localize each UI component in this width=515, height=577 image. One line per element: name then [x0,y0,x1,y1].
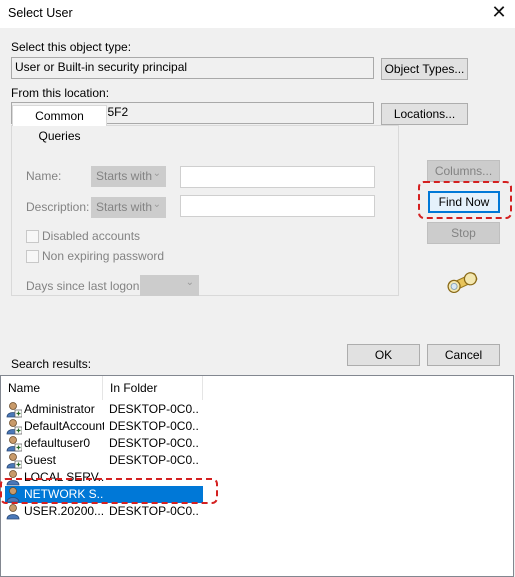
name-label: Name: [26,169,62,183]
result-folder: DESKTOP-0C0... [109,504,199,518]
title-bar: Select User ✕ [0,0,515,28]
tab-common-queries[interactable]: Common Queries [12,105,107,143]
network-service-highlight [0,478,218,504]
binoculars-icon [447,272,478,294]
search-results-list[interactable]: Name In Folder Administrator DESKTOP-0C0… [0,375,514,577]
result-folder: DESKTOP-0C0... [109,419,199,433]
non-expiring-password-checkbox[interactable] [26,250,39,263]
cancel-button[interactable]: Cancel [427,344,500,366]
user-icon [6,436,22,452]
days-since-logon-select[interactable]: ⌄ [140,275,199,296]
user-icon [6,402,22,418]
column-header-in-folder[interactable]: In Folder [103,376,203,400]
find-now-highlight [418,181,512,219]
columns-button[interactable]: Columns... [427,160,500,182]
non-expiring-password-label: Non expiring password [42,249,165,263]
user-icon [6,453,22,469]
column-header-name[interactable]: Name [1,376,103,400]
disabled-accounts-label: Disabled accounts [42,229,141,243]
close-icon[interactable]: ✕ [489,3,509,23]
name-mode-select[interactable]: Starts with ⌄ [91,166,166,187]
disabled-accounts-checkbox[interactable] [26,230,39,243]
name-input[interactable] [180,166,375,188]
description-label: Description: [26,200,90,214]
object-types-button[interactable]: Object Types... [381,58,468,80]
name-mode-value: Starts with [96,169,153,183]
list-item[interactable]: Guest DESKTOP-0C0... [5,452,203,469]
description-mode-select[interactable]: Starts with ⌄ [91,197,166,218]
result-name: USER.20200... [24,504,104,518]
result-name: DefaultAccount [24,419,104,433]
chevron-down-icon: ⌄ [152,168,161,179]
list-item[interactable]: DefaultAccount DESKTOP-0C0... [5,418,203,435]
location-label: From this location: [11,86,110,100]
locations-button[interactable]: Locations... [381,103,468,125]
result-name: Guest [24,453,57,467]
stop-button[interactable]: Stop [427,222,500,244]
list-item[interactable]: USER.20200... DESKTOP-0C0... [5,503,203,520]
description-mode-value: Starts with [96,200,153,214]
select-user-dialog: Select User ✕ Select this object type: U… [0,0,515,577]
chevron-down-icon: ⌄ [185,277,194,288]
user-icon [6,504,20,520]
ok-button[interactable]: OK [347,344,420,366]
list-item[interactable]: defaultuser0 DESKTOP-0C0... [5,435,203,452]
result-folder: DESKTOP-0C0... [109,402,199,416]
window-title: Select User [8,6,73,20]
days-since-logon-label: Days since last logon: [26,279,143,293]
result-name: Administrator [24,402,95,416]
search-results-label: Search results: [11,357,92,371]
object-type-field: User or Built-in security principal [11,57,374,79]
description-input[interactable] [180,195,375,217]
result-folder: DESKTOP-0C0... [109,453,199,467]
object-type-label: Select this object type: [11,40,132,54]
result-folder: DESKTOP-0C0... [109,436,199,450]
list-item[interactable]: Administrator DESKTOP-0C0... [5,401,203,418]
chevron-down-icon: ⌄ [152,199,161,210]
user-icon [6,419,22,435]
result-name: defaultuser0 [24,436,91,450]
